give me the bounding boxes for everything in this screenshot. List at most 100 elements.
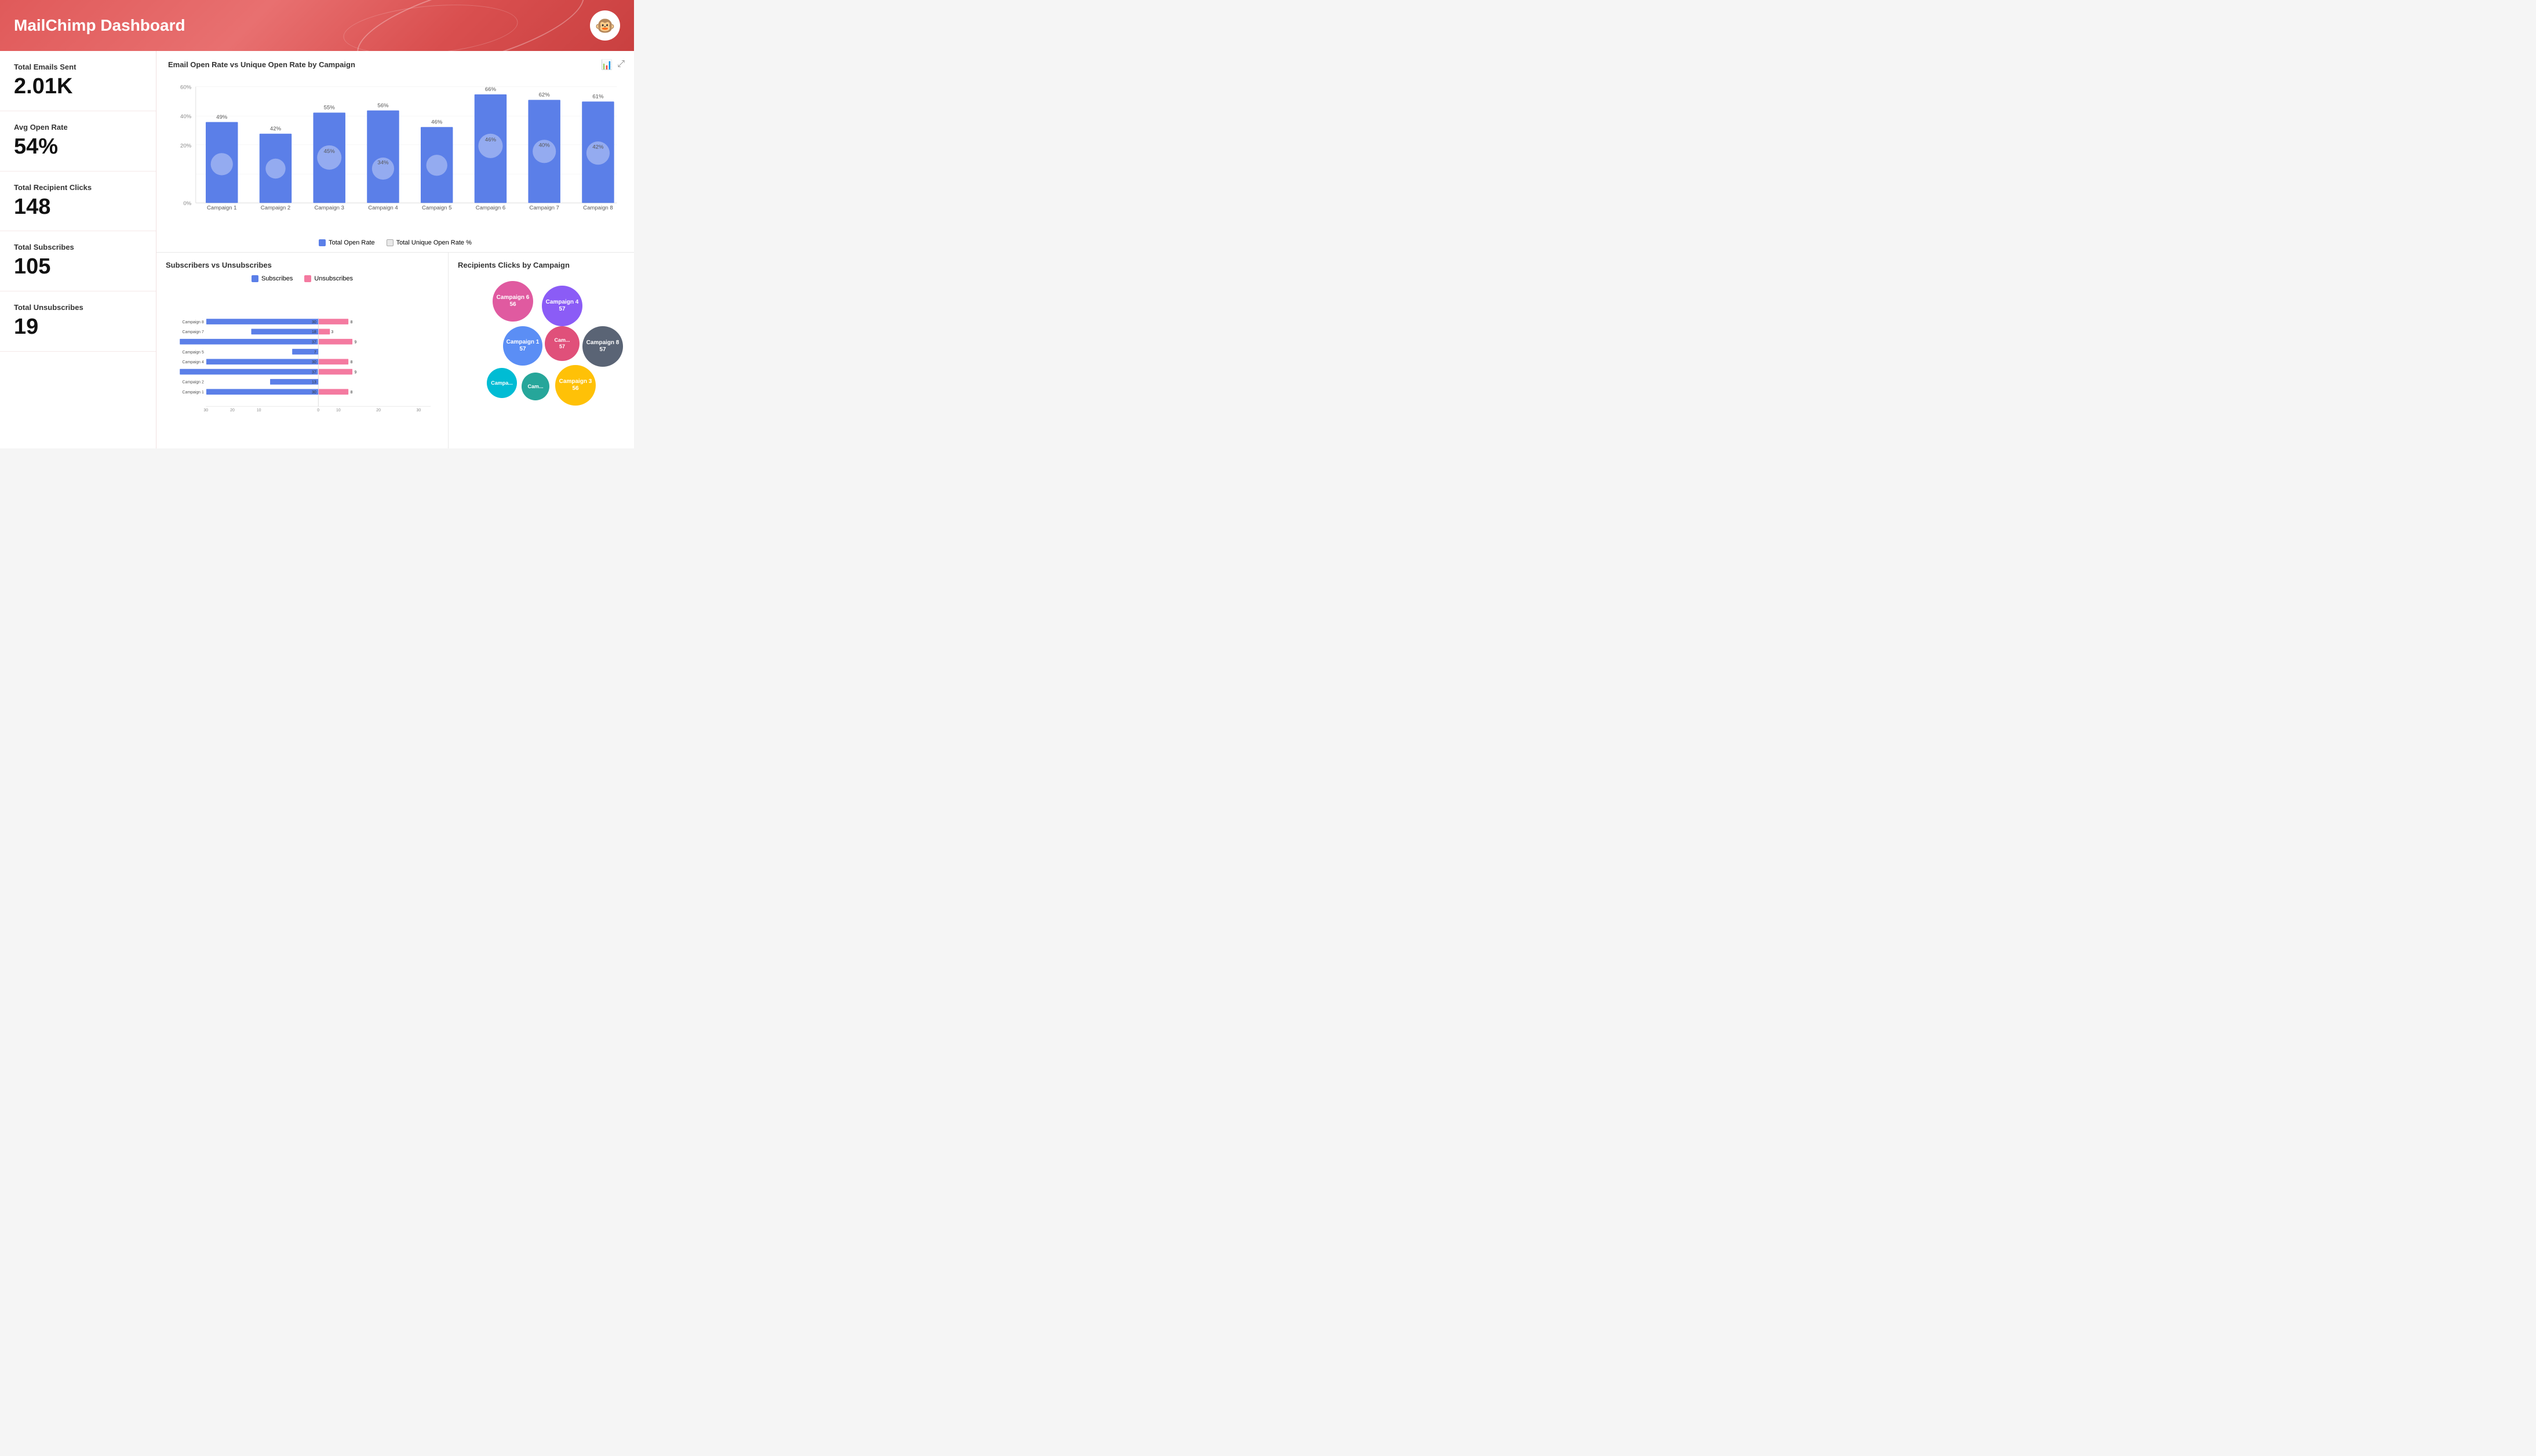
bubble-label: Campaign 3 — [559, 378, 592, 385]
bubble-chart-title: Recipients Clicks by Campaign — [458, 261, 625, 269]
legend-unsubscribes-box — [304, 275, 311, 282]
legend-subscribes-label: Subscribes — [261, 275, 293, 282]
svg-text:0%: 0% — [183, 200, 191, 207]
svg-text:10: 10 — [336, 408, 341, 413]
bubble-label: Campaign 4 — [546, 299, 579, 306]
stats-sidebar: Total Emails Sent 2.01K Avg Open Rate 54… — [0, 51, 156, 448]
svg-text:60%: 60% — [180, 84, 192, 90]
main-content: Total Emails Sent 2.01K Avg Open Rate 54… — [0, 51, 634, 448]
svg-text:Campaign 8: Campaign 8 — [183, 320, 204, 324]
svg-text:20: 20 — [230, 408, 235, 413]
stat-label-total-subscribes: Total Subscribes — [14, 243, 142, 251]
bubble-chart-area: Campaign 656Campaign 457Campaign 157Cam.… — [458, 275, 625, 403]
bubble-value: 56 — [509, 301, 516, 308]
legend-unsubscribes: Unsubscribes — [304, 275, 353, 282]
bar-chart-area: 60% 40% 20% 0% 49% Campaign 1 42% Campai… — [168, 75, 622, 237]
stat-label-total-recipient-clicks: Total Recipient Clicks — [14, 183, 142, 192]
svg-text:20%: 20% — [180, 143, 192, 149]
bubble-label: Campaign 1 — [507, 339, 540, 346]
svg-text:7: 7 — [314, 351, 316, 355]
legend-outline-box — [387, 239, 393, 246]
stat-value-total-emails-sent: 2.01K — [14, 75, 142, 99]
svg-text:8: 8 — [351, 320, 353, 324]
stat-card-total-unsubscribes: Total Unsubscribes 19 — [0, 291, 156, 352]
stat-card-total-recipient-clicks: Total Recipient Clicks 148 — [0, 171, 156, 232]
bubble-4: Campaign 857 — [582, 326, 623, 367]
stat-card-total-emails-sent: Total Emails Sent 2.01K — [0, 51, 156, 111]
svg-text:Campaign 4: Campaign 4 — [183, 360, 204, 364]
bubble-value: 56 — [572, 385, 578, 392]
app-header: MailChimp Dashboard 🐵 — [0, 0, 634, 51]
bubble-chart: Recipients Clicks by Campaign Campaign 6… — [449, 253, 634, 448]
svg-text:13: 13 — [312, 381, 316, 385]
bubble-label: Campa... — [491, 380, 513, 386]
bubble-value: 57 — [599, 346, 606, 353]
bar-chart-svg: 60% 40% 20% 0% 49% Campaign 1 42% Campai… — [168, 75, 622, 237]
chart-actions: 📊 ⤢ — [601, 59, 625, 71]
svg-text:40%: 40% — [180, 114, 192, 120]
svg-text:46%: 46% — [485, 137, 497, 143]
legend-subscribes-box — [252, 275, 258, 282]
svg-text:Campaign 7: Campaign 7 — [529, 205, 559, 211]
svg-text:Campaign 5: Campaign 5 — [183, 351, 204, 355]
open-rate-legend: Total Open Rate Total Unique Open Rate % — [168, 239, 622, 246]
subscribers-chart-title: Subscribers vs Unsubscribes — [166, 261, 439, 269]
legend-unique-open-rate: Total Unique Open Rate % — [387, 239, 472, 246]
subscribers-legend: Subscribes Unsubscribes — [166, 275, 439, 282]
bubble-label: Cam... — [527, 384, 543, 390]
legend-total-open-rate-label: Total Open Rate — [329, 239, 375, 246]
svg-text:Campaign 2: Campaign 2 — [261, 205, 290, 211]
svg-text:30: 30 — [312, 320, 316, 324]
svg-text:20: 20 — [376, 408, 381, 413]
svg-text:8: 8 — [351, 360, 353, 364]
expand-icon[interactable]: ⤢ — [617, 59, 625, 71]
svg-text:56%: 56% — [377, 103, 389, 109]
svg-text:34%: 34% — [377, 159, 389, 166]
legend-total-open-rate: Total Open Rate — [319, 239, 375, 246]
svg-text:9: 9 — [355, 340, 357, 344]
subscribers-chart: Subscribers vs Unsubscribes Subscribes U… — [156, 253, 449, 448]
svg-text:Campaign 7: Campaign 7 — [183, 330, 204, 334]
bubble-1: Campaign 457 — [542, 286, 582, 326]
bubble-value: 57 — [559, 306, 565, 313]
stat-value-total-unsubscribes: 19 — [14, 315, 142, 340]
bar-chart-icon[interactable]: 📊 — [601, 59, 613, 71]
svg-text:Campaign 1: Campaign 1 — [183, 391, 204, 395]
svg-text:Campaign 6: Campaign 6 — [476, 205, 505, 211]
svg-text:Campaign 2: Campaign 2 — [183, 381, 204, 385]
mailchimp-logo: 🐵 — [590, 10, 620, 41]
charts-area: 📊 ⤢ Email Open Rate vs Unique Open Rate … — [156, 51, 634, 448]
svg-text:Campaign 5: Campaign 5 — [422, 205, 451, 211]
svg-text:42%: 42% — [592, 144, 604, 151]
svg-text:40%: 40% — [539, 143, 551, 149]
bottom-charts: Subscribers vs Unsubscribes Subscribes U… — [156, 253, 634, 448]
svg-text:0: 0 — [317, 408, 319, 413]
svg-text:30: 30 — [312, 360, 316, 364]
svg-text:61%: 61% — [592, 94, 604, 100]
legend-unique-open-rate-label: Total Unique Open Rate % — [396, 239, 472, 246]
svg-text:46%: 46% — [431, 119, 443, 126]
legend-subscribes: Subscribes — [252, 275, 293, 282]
app-title: MailChimp Dashboard — [14, 16, 185, 35]
svg-text:18: 18 — [312, 330, 316, 334]
bubble-3: Cam...57 — [545, 326, 580, 361]
bubble-value: 57 — [559, 344, 565, 350]
legend-blue-box — [319, 239, 326, 246]
bubble-label: Cam... — [554, 337, 570, 344]
subscribers-svg: 30 20 10 0 10 20 30 Campaign 8 30 8 — [166, 287, 439, 437]
svg-text:55%: 55% — [324, 105, 336, 111]
stat-label-total-unsubscribes: Total Unsubscribes — [14, 303, 142, 312]
stat-card-avg-open-rate: Avg Open Rate 54% — [0, 111, 156, 171]
svg-text:Campaign 1: Campaign 1 — [207, 205, 236, 211]
svg-text:49%: 49% — [216, 114, 228, 121]
svg-text:9: 9 — [355, 370, 357, 374]
svg-text:42%: 42% — [270, 126, 282, 132]
svg-text:3: 3 — [331, 330, 333, 334]
stat-value-total-recipient-clicks: 148 — [14, 195, 142, 220]
svg-text:37: 37 — [312, 340, 316, 344]
svg-text:62%: 62% — [539, 92, 551, 98]
stat-label-total-emails-sent: Total Emails Sent — [14, 63, 142, 71]
svg-text:30: 30 — [203, 408, 208, 413]
bubble-2: Campaign 157 — [503, 326, 542, 366]
svg-text:Campaign 3: Campaign 3 — [314, 205, 344, 211]
